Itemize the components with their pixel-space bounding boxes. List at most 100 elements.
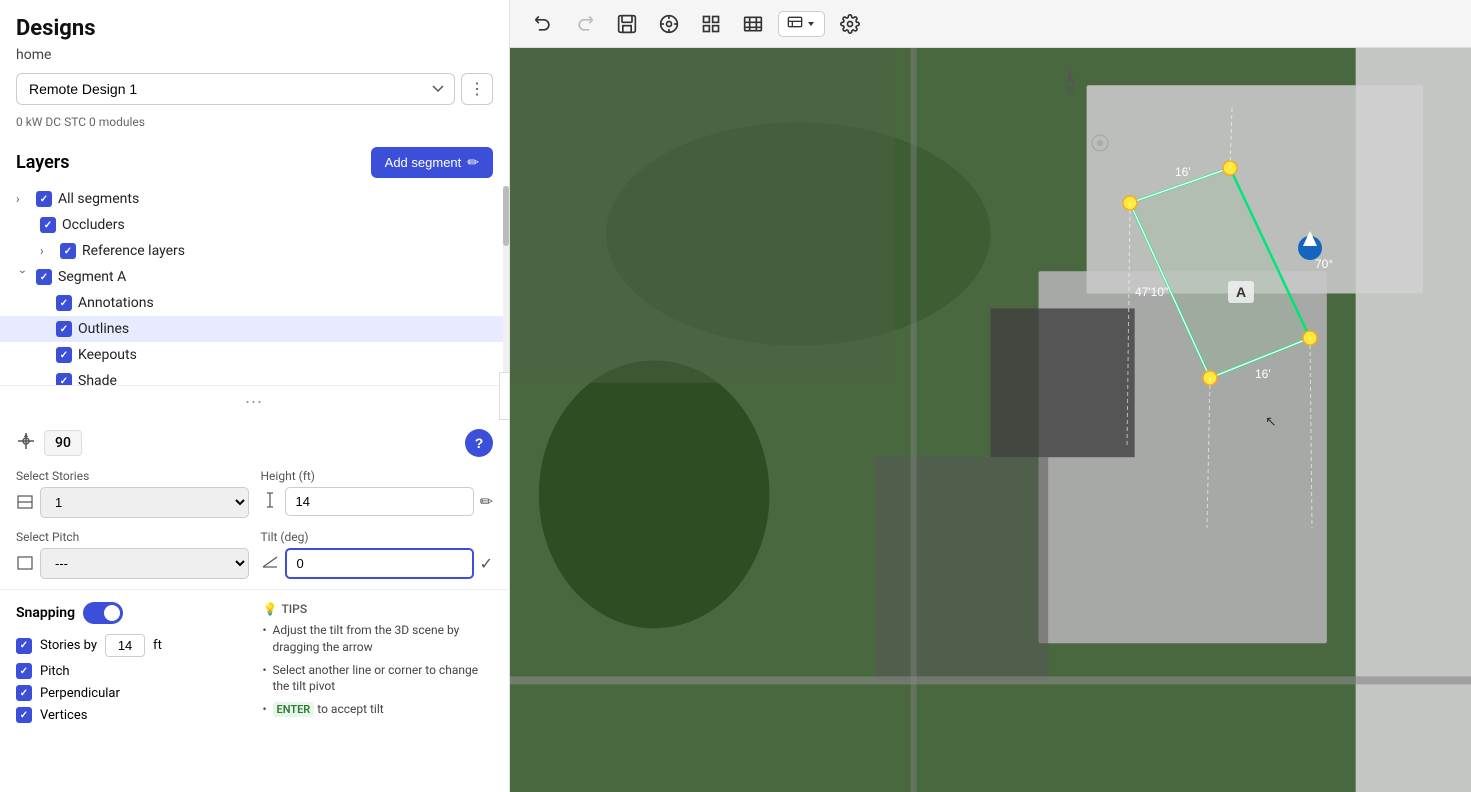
snapping-title: Snapping — [16, 605, 75, 621]
pencil-icon: ✏ — [467, 154, 479, 171]
layer-label-annotations: Annotations — [78, 295, 154, 311]
height-icon — [261, 491, 279, 513]
svg-text:16': 16' — [1175, 165, 1191, 179]
help-button[interactable]: ? — [465, 429, 493, 457]
design-select[interactable]: Remote Design 1 — [16, 73, 455, 105]
tip-item-1: Adjust the tilt from the 3D scene by dra… — [263, 622, 494, 656]
layer-item-reference-layers[interactable]: › Reference layers — [0, 238, 509, 264]
layer-checkbox-outlines[interactable] — [56, 321, 72, 337]
layer-label-keepouts: Keepouts — [78, 347, 137, 363]
svg-text:↖: ↖ — [1265, 414, 1277, 430]
tips-icon: 💡 — [263, 602, 278, 616]
layer-item-occluders[interactable]: Occluders — [0, 212, 509, 238]
snapping-header: Snapping — [16, 602, 247, 624]
snap-label-stories: Stories by — [40, 638, 97, 653]
tip-item-2: Select another line or corner to change … — [263, 662, 494, 696]
svg-text:A: A — [1236, 284, 1246, 300]
snap-checkbox-stories[interactable] — [16, 638, 32, 654]
expand-arrow-seg-a: › — [16, 270, 30, 284]
snap-label-pitch: Pitch — [40, 664, 70, 679]
snap-option-perpendicular: Perpendicular — [16, 685, 247, 701]
layer-checkbox-reference-layers[interactable] — [60, 243, 76, 259]
tips-header: 💡 TIPS — [263, 602, 494, 616]
drag-handle[interactable]: ⋯ — [0, 386, 509, 419]
scrollbar-thumb[interactable] — [503, 186, 509, 246]
stories-by-input[interactable] — [105, 634, 145, 657]
height-group: Height (ft) 14 ✏ — [261, 469, 494, 518]
design-options-button[interactable]: ⋮ — [461, 73, 493, 105]
snap-checkbox-pitch[interactable] — [16, 663, 32, 679]
snap-option-vertices: Vertices — [16, 707, 247, 723]
undo-button[interactable] — [526, 7, 560, 41]
azimuth-value: 90 — [44, 430, 82, 456]
snap-unit-stories: ft — [153, 638, 162, 653]
stats-row: 0 kW DC STC 0 modules — [0, 115, 509, 129]
enter-key-badge: ENTER — [273, 702, 315, 717]
left-panel: Designs home Remote Design 1 ⋮ 0 kW DC S… — [0, 0, 510, 792]
map-area: 16' 47'10" 70° 16' A — [510, 0, 1471, 792]
properties-form: Select Stories 1 2 Height (ft) — [16, 469, 493, 579]
tilt-confirm-button[interactable]: ✓ — [480, 554, 493, 574]
layer-item-segment-a[interactable]: › Segment A — [0, 264, 509, 290]
map-background: 16' 47'10" 70° 16' A — [510, 48, 1471, 792]
snapping-left: Snapping Stories by ft Pitch Perpendicul… — [16, 602, 247, 729]
layer-item-annotations[interactable]: Annotations — [0, 290, 509, 316]
layer-label-reference-layers: Reference layers — [82, 243, 185, 259]
snap-checkbox-vertices[interactable] — [16, 707, 32, 723]
select-tool-button[interactable] — [778, 11, 825, 37]
layers-list: › All segments Occluders › Reference lay… — [0, 186, 509, 386]
expand-arrow: › — [16, 192, 30, 206]
snapping-toggle[interactable] — [83, 602, 123, 624]
toolbar — [510, 0, 1471, 48]
layers-header: Layers Add segment ✏ — [0, 139, 509, 186]
snapping-section: Snapping Stories by ft Pitch Perpendicul… — [0, 590, 509, 741]
map-overlay-svg: 16' 47'10" 70° 16' A — [510, 48, 1471, 792]
azimuth-icon — [16, 431, 36, 456]
snap-checkbox-perpendicular[interactable] — [16, 685, 32, 701]
stories-select[interactable]: 1 2 — [40, 487, 249, 518]
panel-collapse-button[interactable]: ‹ — [499, 372, 510, 420]
layer-item-shade[interactable]: Shade — [0, 368, 509, 386]
svg-text:70°: 70° — [1315, 257, 1333, 271]
layer-checkbox-segment-a[interactable] — [36, 269, 52, 285]
layer-label-shade: Shade — [78, 373, 117, 386]
layer-item-keepouts[interactable]: Keepouts — [0, 342, 509, 368]
tilt-input[interactable]: 0 — [285, 548, 474, 579]
height-edit-button[interactable]: ✏ — [480, 492, 493, 512]
tip-item-3: ENTER to accept tilt — [263, 701, 494, 718]
add-segment-button[interactable]: Add segment ✏ — [371, 147, 493, 178]
properties-section: 90 ? Select Stories 1 2 Height ( — [0, 419, 509, 590]
azimuth-row: 90 ? — [16, 429, 493, 457]
snap-label-vertices: Vertices — [40, 708, 87, 723]
grid-button[interactable] — [694, 7, 728, 41]
pitch-row: --- — [16, 548, 249, 579]
height-input[interactable]: 14 — [285, 487, 474, 516]
layer-checkbox-annotations[interactable] — [56, 295, 72, 311]
layer-checkbox-all-segments[interactable] — [36, 191, 52, 207]
layer-label-segment-a: Segment A — [58, 269, 126, 285]
svg-text:47'10": 47'10" — [1135, 285, 1168, 299]
save-button[interactable] — [610, 7, 644, 41]
table-button[interactable] — [736, 7, 770, 41]
redo-button[interactable] — [568, 7, 602, 41]
layer-label-outlines: Outlines — [78, 321, 129, 337]
layer-item-all-segments[interactable]: › All segments — [0, 186, 509, 212]
design-selector-row: Remote Design 1 ⋮ — [16, 73, 493, 105]
pitch-select[interactable]: --- — [40, 548, 249, 579]
svg-text:16': 16' — [1255, 367, 1271, 381]
snap-option-stories: Stories by ft — [16, 634, 247, 657]
locate-button[interactable] — [652, 7, 686, 41]
layer-item-outlines[interactable]: Outlines — [0, 316, 509, 342]
home-label: home — [16, 47, 493, 63]
layer-checkbox-occluders[interactable] — [40, 217, 56, 233]
stories-row: 1 2 — [16, 487, 249, 518]
layer-checkbox-keepouts[interactable] — [56, 347, 72, 363]
settings-button[interactable] — [833, 7, 867, 41]
stories-label: Select Stories — [16, 469, 249, 483]
expand-arrow-ref: › — [40, 244, 54, 258]
tilt-label: Tilt (deg) — [261, 530, 494, 544]
tilt-icon — [261, 553, 279, 575]
snap-option-pitch: Pitch — [16, 663, 247, 679]
tips-section: 💡 TIPS Adjust the tilt from the 3D scene… — [263, 602, 494, 729]
layer-checkbox-shade[interactable] — [56, 373, 72, 386]
